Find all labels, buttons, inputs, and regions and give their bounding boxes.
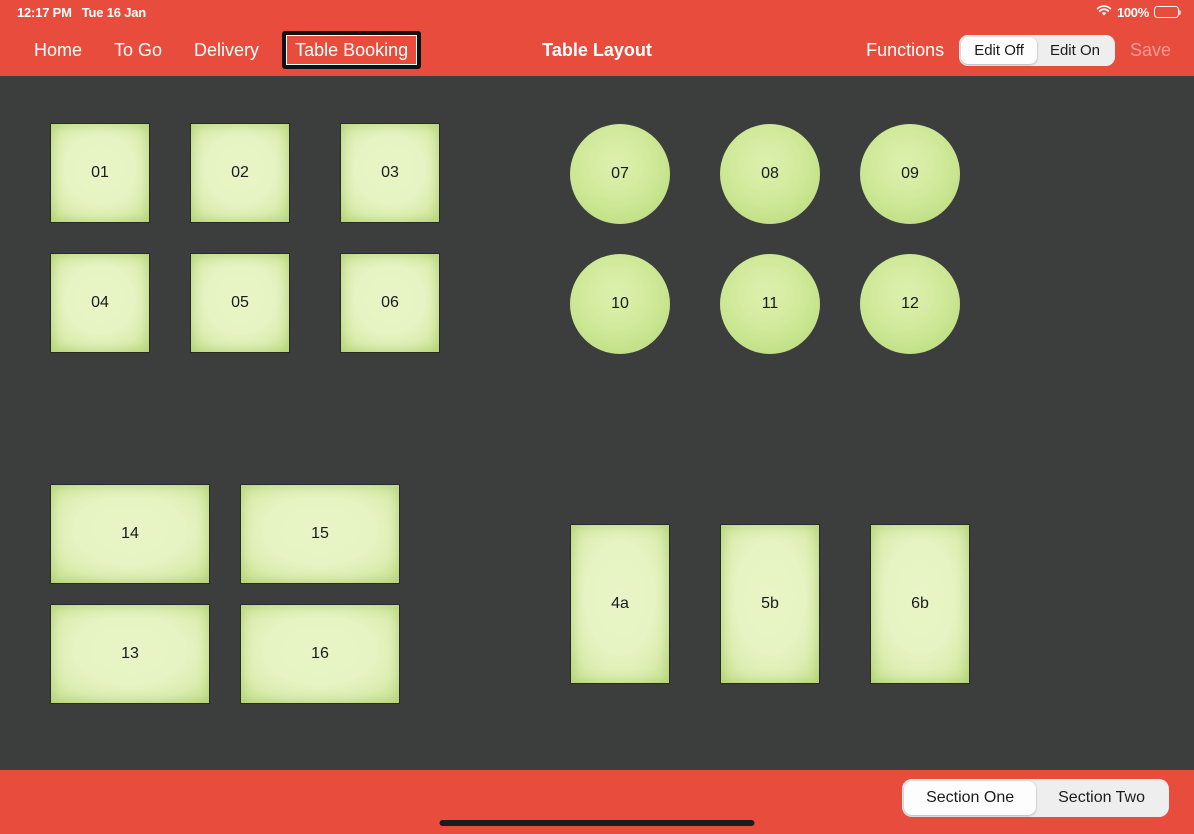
table-label: 03 [381, 164, 399, 181]
nav-item-table-booking[interactable]: Table Booking [282, 31, 422, 69]
nav-actions: Functions Edit Off Edit On Save [855, 24, 1182, 76]
table-label: 08 [761, 165, 779, 182]
table-04[interactable]: 04 [50, 253, 150, 353]
nav-item-home[interactable]: Home [18, 24, 98, 76]
table-layout-screen: 12:17 PM Tue 16 Jan 100% Table Layout Ho… [0, 0, 1194, 834]
battery-percent-label: 100% [1116, 4, 1149, 20]
table-label: 5b [761, 595, 779, 612]
edit-off-segment[interactable]: Edit Off [961, 36, 1037, 64]
status-bar-right: 100% [1096, 4, 1182, 20]
status-time: 12:17 PM [17, 4, 72, 20]
table-4a[interactable]: 4a [570, 524, 670, 684]
status-bar: 12:17 PM Tue 16 Jan 100% [0, 0, 1194, 24]
table-label: 16 [311, 645, 329, 662]
section-two-segment[interactable]: Section Two [1036, 781, 1167, 815]
status-bar-left: 12:17 PM Tue 16 Jan [17, 5, 146, 20]
table-label: 15 [311, 525, 329, 542]
table-label: 4a [611, 595, 629, 612]
table-label: 07 [611, 165, 629, 182]
edit-on-segment[interactable]: Edit On [1037, 37, 1113, 64]
table-11[interactable]: 11 [720, 254, 820, 354]
navigation-bar: Table Layout Home To Go Delivery Table B… [0, 24, 1194, 76]
table-label: 01 [91, 164, 109, 181]
save-button[interactable]: Save [1119, 40, 1182, 61]
table-01[interactable]: 01 [50, 123, 150, 223]
bottom-bar: Section One Section Two [0, 770, 1194, 834]
table-label: 09 [901, 165, 919, 182]
table-label: 06 [381, 294, 399, 311]
table-label: 10 [611, 295, 629, 312]
nav-item-delivery[interactable]: Delivery [178, 24, 275, 76]
table-02[interactable]: 02 [190, 123, 290, 223]
table-14[interactable]: 14 [50, 484, 210, 584]
battery-full-icon [1154, 6, 1182, 18]
table-12[interactable]: 12 [860, 254, 960, 354]
table-09[interactable]: 09 [860, 124, 960, 224]
primary-nav: Home To Go Delivery Table Booking [18, 24, 422, 76]
status-date: Tue 16 Jan [81, 4, 146, 20]
table-05[interactable]: 05 [190, 253, 290, 353]
table-label: 12 [901, 295, 919, 312]
section-one-segment[interactable]: Section One [904, 781, 1037, 815]
table-label: 6b [911, 595, 929, 612]
table-label: 13 [121, 645, 139, 662]
nav-item-to-go[interactable]: To Go [98, 24, 178, 76]
table-label: 02 [231, 164, 249, 181]
floor-plan-canvas[interactable]: 01 02 03 04 05 06 07 08 09 10 11 12 14 15 13 16 4a 5b 6b [0, 76, 1194, 770]
table-07[interactable]: 07 [570, 124, 670, 224]
table-6b[interactable]: 6b [870, 524, 970, 684]
table-label: 05 [231, 294, 249, 311]
wifi-icon [1096, 4, 1112, 20]
table-5b[interactable]: 5b [720, 524, 820, 684]
edit-mode-segmented-control[interactable]: Edit Off Edit On [959, 34, 1115, 66]
table-15[interactable]: 15 [240, 484, 400, 584]
table-03[interactable]: 03 [340, 123, 440, 223]
table-08[interactable]: 08 [720, 124, 820, 224]
table-10[interactable]: 10 [570, 254, 670, 354]
table-label: 04 [91, 294, 109, 311]
table-16[interactable]: 16 [240, 604, 400, 704]
section-segmented-control[interactable]: Section One Section Two [902, 779, 1169, 817]
table-06[interactable]: 06 [340, 253, 440, 353]
table-label: 11 [761, 295, 779, 312]
table-13[interactable]: 13 [50, 604, 210, 704]
table-label: 14 [121, 525, 139, 542]
home-indicator [439, 820, 755, 826]
functions-button[interactable]: Functions [855, 40, 955, 61]
